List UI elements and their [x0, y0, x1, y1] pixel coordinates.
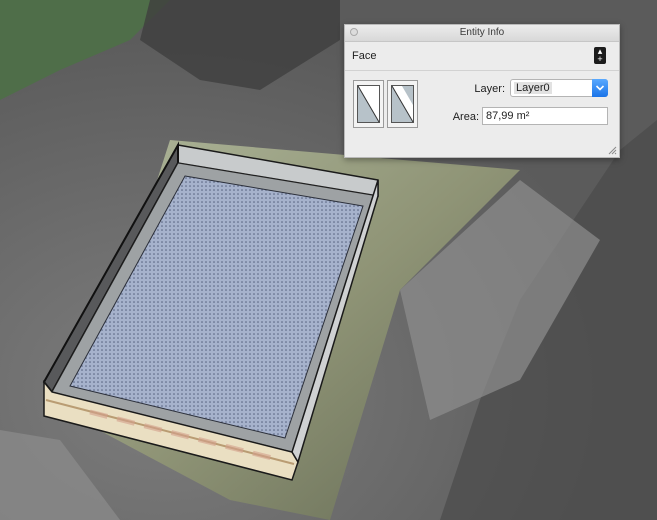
layer-select-value: Layer0: [514, 82, 552, 94]
panel-title: Entity Info: [459, 27, 505, 38]
panel-separator: [345, 70, 619, 71]
back-face-material-swatch[interactable]: [387, 80, 418, 128]
front-material-preview-icon: [357, 85, 380, 123]
entity-info-panel: Entity Info Face ▴ + Layer: Layer0 Area: …: [344, 24, 620, 158]
entity-type-label: Face: [352, 50, 377, 62]
resize-grip-icon[interactable]: [607, 145, 617, 155]
details-toggle-icon[interactable]: ▴ +: [594, 47, 606, 64]
area-label: Area:: [452, 111, 479, 123]
front-face-material-swatch[interactable]: [353, 80, 384, 128]
layer-label: Layer:: [474, 83, 505, 95]
area-field[interactable]: 87,99 m²: [482, 107, 608, 125]
chevron-down-icon[interactable]: [592, 79, 608, 97]
layer-select[interactable]: Layer0: [510, 79, 608, 97]
back-material-preview-icon: [391, 85, 414, 123]
panel-titlebar[interactable]: Entity Info: [345, 25, 619, 42]
